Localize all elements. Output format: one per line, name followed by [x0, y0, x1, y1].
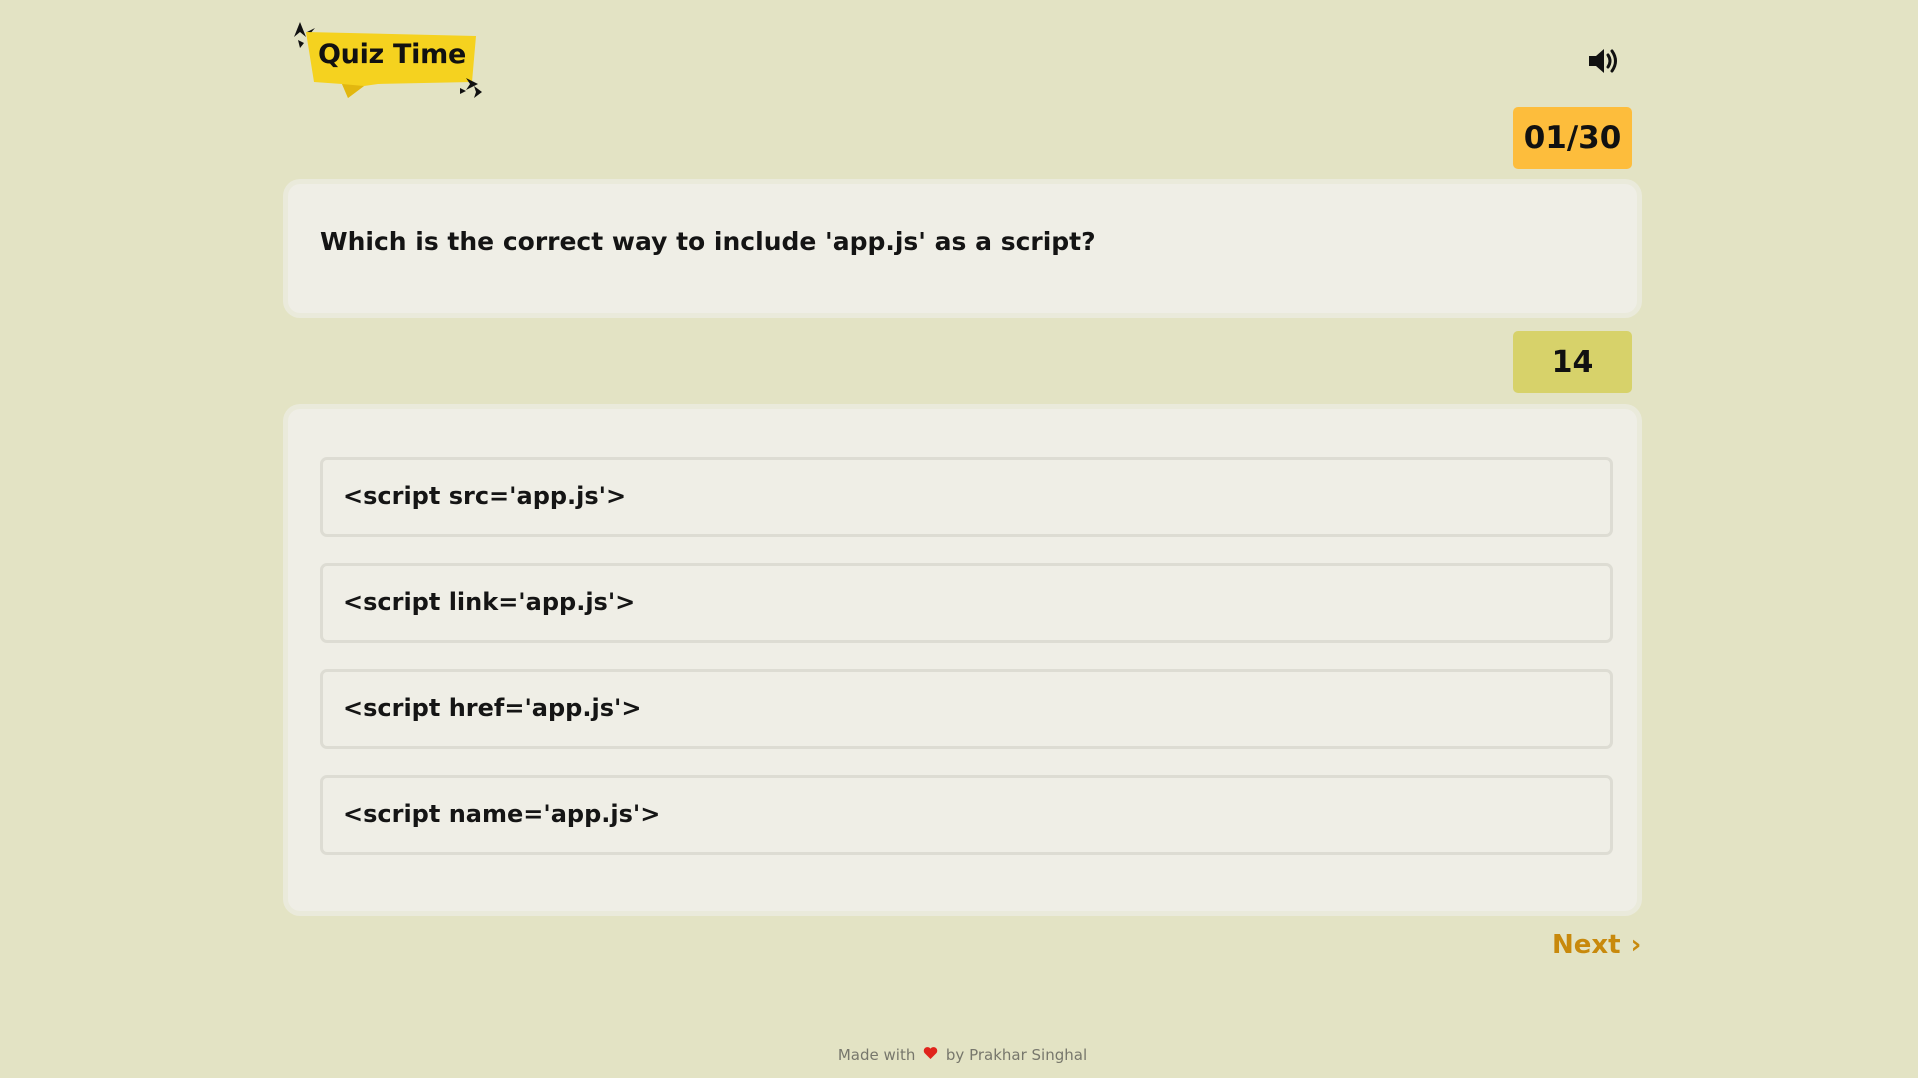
option-3[interactable]: <script href='app.js'>: [320, 669, 1613, 749]
question-counter-badge: 01/30: [1513, 107, 1632, 169]
heart-icon: [923, 1046, 938, 1064]
next-button[interactable]: Next ›: [1552, 925, 1641, 965]
next-button-label: Next: [1552, 930, 1621, 960]
footer-credit: Made with by Prakhar Singhal: [288, 1046, 1637, 1064]
option-label: <script name='app.js'>: [343, 800, 661, 828]
option-label: <script src='app.js'>: [343, 482, 627, 510]
chevron-right-icon: ›: [1630, 930, 1642, 960]
volume-up-icon[interactable]: [1586, 45, 1626, 81]
options-card: <script src='app.js'> <script link='app.…: [288, 409, 1637, 911]
option-1[interactable]: <script src='app.js'>: [320, 457, 1613, 537]
option-label: <script href='app.js'>: [343, 694, 642, 722]
question-card: Which is the correct way to include 'app…: [288, 184, 1637, 313]
timer-badge: 14: [1513, 331, 1632, 393]
option-label: <script link='app.js'>: [343, 588, 636, 616]
quiz-logo: Quiz Time: [288, 18, 488, 103]
option-4[interactable]: <script name='app.js'>: [320, 775, 1613, 855]
question-text: Which is the correct way to include 'app…: [320, 227, 1096, 256]
footer-prefix: Made with: [837, 1046, 916, 1064]
footer-author: by Prakhar Singhal: [945, 1046, 1088, 1064]
logo-title: Quiz Time: [318, 39, 466, 70]
app-container: Quiz Time 01/30 Which is the correct way…: [288, 0, 1641, 1078]
option-2[interactable]: <script link='app.js'>: [320, 563, 1613, 643]
